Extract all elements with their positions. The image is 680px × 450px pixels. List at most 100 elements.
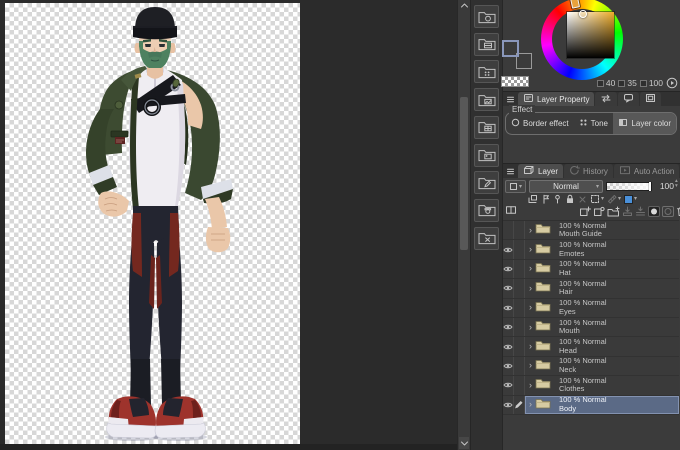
material-camera-icon[interactable] (474, 199, 499, 222)
tone-button[interactable]: Tone (574, 113, 613, 134)
tab-exchange[interactable] (595, 92, 617, 106)
layer-visibility-toggle[interactable] (503, 221, 514, 239)
scroll-up-button[interactable] (459, 0, 469, 10)
layer-item[interactable]: ›100 % NormalEyes (525, 299, 679, 317)
layer-color-button[interactable]: Layer color (613, 113, 676, 134)
material-image-icon[interactable] (474, 88, 499, 111)
tab-label: History (583, 167, 608, 176)
layer-item[interactable]: ›100 % NormalHead (525, 337, 679, 355)
draft-layer-icon[interactable] (541, 194, 550, 204)
layer-visibility-toggle[interactable] (503, 279, 514, 297)
new-layer-dialog-icon[interactable] (593, 206, 605, 217)
ruler-icon[interactable]: ▾ (607, 194, 621, 204)
border-effect-button[interactable]: Border effect (506, 113, 574, 134)
material-bar (470, 0, 502, 450)
merge-down-icon[interactable] (635, 206, 646, 217)
material-pattern-icon[interactable] (474, 60, 499, 83)
pin-icon[interactable] (553, 194, 562, 204)
canvas-vertical-scrollbar[interactable] (457, 0, 470, 450)
expand-arrow-icon[interactable]: › (529, 303, 532, 312)
layer-edit-indicator (514, 318, 525, 336)
scroll-down-button[interactable] (459, 437, 469, 449)
hue-icon: 40 (597, 78, 615, 88)
new-folder-icon[interactable] (607, 206, 620, 217)
blend-mode-select[interactable]: Normal▾ (529, 180, 603, 193)
main-color-swatch[interactable] (502, 40, 519, 57)
folder-icon (535, 318, 551, 336)
layer-item[interactable]: ›100 % NormalEmotes (525, 240, 679, 258)
palette-color-selector[interactable]: ▾ (505, 180, 526, 193)
expand-arrow-icon[interactable]: › (529, 361, 532, 370)
layer-visibility-toggle[interactable] (503, 337, 514, 355)
tab-frame[interactable] (640, 92, 661, 106)
two-pane-icon[interactable] (505, 205, 517, 215)
transfer-down-icon[interactable] (622, 206, 633, 217)
layer-item[interactable]: ›100 % NormalBody (525, 396, 679, 414)
transparent-color-swatch[interactable] (501, 76, 529, 87)
layer-item[interactable]: ›100 % NormalHair (525, 279, 679, 297)
hue-handle[interactable] (570, 0, 580, 9)
layer-visibility-toggle[interactable] (503, 299, 514, 317)
border-effect-label: Border effect (523, 119, 569, 128)
close-icon[interactable] (578, 195, 587, 204)
mask-area-icon[interactable] (662, 206, 674, 217)
layer-item[interactable]: ›100 % NormalNeck (525, 357, 679, 375)
tab-history[interactable]: History (564, 164, 613, 178)
expand-arrow-icon[interactable]: › (529, 323, 532, 332)
tab-balloon[interactable] (618, 92, 639, 106)
material-edit-icon[interactable] (474, 171, 499, 194)
expand-arrow-icon[interactable]: › (529, 342, 532, 351)
layer-color-chip-icon[interactable]: ▾ (624, 195, 637, 204)
opacity-spinner[interactable]: ▴▾ (675, 179, 678, 189)
layer-edit-indicator (514, 279, 525, 297)
expand-arrow-icon[interactable]: › (529, 226, 532, 235)
layer-cube-icon (523, 165, 535, 177)
exchange-icon (600, 94, 612, 105)
sv-square[interactable] (567, 12, 614, 58)
selection-area-icon[interactable]: ▾ (590, 194, 604, 204)
layer-item[interactable]: ›100 % NormalClothes (525, 376, 679, 394)
lock-icon[interactable] (565, 194, 575, 204)
layer-item[interactable]: ›100 % NormalMouth (525, 318, 679, 336)
tab-layer-property[interactable]: Layer Property (518, 92, 594, 106)
layer-mask-icon[interactable] (648, 206, 660, 217)
canvas[interactable] (5, 3, 300, 444)
tab-layer[interactable]: Layer (518, 164, 563, 178)
material-color-set-icon[interactable] (474, 5, 499, 28)
value-icon: 100 (640, 78, 663, 88)
layer-visibility-toggle[interactable] (503, 240, 514, 258)
expand-arrow-icon[interactable]: › (529, 381, 532, 390)
material-picture-icon[interactable] (474, 144, 499, 167)
scrollbar-thumb[interactable] (460, 97, 468, 250)
tone-icon (579, 118, 588, 129)
delete-layer-icon[interactable] (676, 206, 680, 217)
material-window-icon[interactable] (474, 116, 499, 139)
tab-auto-action[interactable]: Auto Action (614, 164, 679, 178)
effect-section-label: Effect (509, 105, 535, 114)
menu-icon[interactable] (505, 165, 516, 178)
tab-label: Auto Action (634, 167, 674, 176)
layer-property-icon (523, 93, 534, 105)
material-close-icon[interactable] (474, 227, 499, 250)
layer-visibility-toggle[interactable] (503, 260, 514, 278)
layer-tabbar: Layer History Auto Action (503, 163, 680, 178)
layer-visibility-toggle[interactable] (503, 357, 514, 375)
folder-icon (535, 338, 551, 356)
material-card-icon[interactable] (474, 33, 499, 56)
opacity-slider[interactable] (606, 182, 652, 191)
expand-arrow-icon[interactable]: › (529, 400, 532, 409)
layer-visibility-toggle[interactable] (503, 396, 514, 414)
clip-below-icon[interactable] (527, 194, 538, 204)
expand-arrow-icon[interactable]: › (529, 284, 532, 293)
new-layer-icon[interactable] (579, 206, 591, 217)
layer-edit-indicator (514, 337, 525, 355)
layer-visibility-toggle[interactable] (503, 318, 514, 336)
sv-marker[interactable] (579, 10, 587, 18)
layer-item[interactable]: ›100 % NormalHat (525, 260, 679, 278)
layer-list: ›100 % NormalMouth Guide›100 % NormalEmo… (503, 220, 679, 415)
expand-arrow-icon[interactable]: › (529, 264, 532, 273)
layer-visibility-toggle[interactable] (503, 376, 514, 394)
folder-icon (535, 241, 551, 259)
layer-item[interactable]: ›100 % NormalMouth Guide (525, 221, 679, 239)
expand-arrow-icon[interactable]: › (529, 245, 532, 254)
